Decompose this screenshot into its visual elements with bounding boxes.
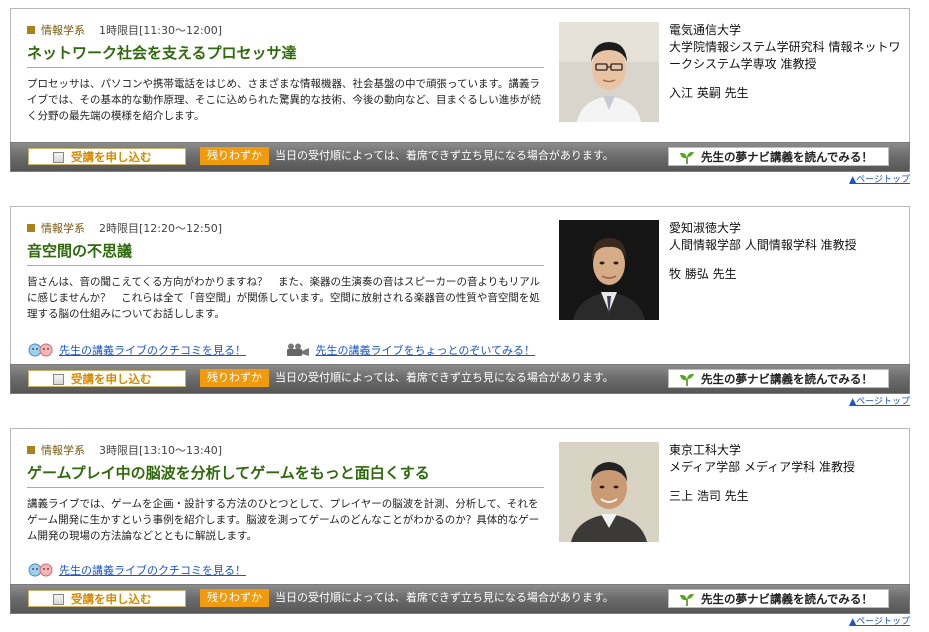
- professor-name: 三上 浩司 先生: [669, 489, 749, 503]
- kuchikomi-link-label: 先生の講義ライブのクチコミを見る！: [59, 564, 246, 577]
- lecture-description: 講義ライブでは、ゲームを企画・設計する方法のひとつとして、プレイヤーの脳波を計測…: [27, 498, 540, 542]
- yume-navi-button[interactable]: 先生の夢ナビ講義を読んでみる！: [668, 589, 889, 608]
- lecture-2: 情報学系 2時限目[12:20～12:50] 音空間の不思議 皆さんは、音の聞こえ…: [10, 206, 910, 407]
- page-top-link[interactable]: ▲ページトップ: [830, 396, 910, 408]
- lecture-title: ゲームプレイ中の脳波を分析してゲームをもっと面白くする: [27, 463, 544, 488]
- institution-university: 東京工科大学: [669, 443, 742, 457]
- lecture-title: ネットワーク社会を支えるプロセッサ達: [27, 43, 544, 68]
- apply-button[interactable]: 受講を申し込む: [28, 148, 186, 165]
- action-bar: 受講を申し込む 残りわずか 当日の受付順によっては、着席できず立ち見になる場合が…: [10, 142, 910, 172]
- lecture-card: 情報学系 3時限目[13:10～13:40] ゲームプレイ中の脳波を分析してゲーム…: [10, 428, 910, 584]
- apply-checkbox[interactable]: [53, 374, 64, 385]
- yume-navi-button[interactable]: 先生の夢ナビ講義を読んでみる！: [668, 147, 889, 166]
- action-bar: 受講を申し込む 残りわずか 当日の受付順によっては、着席できず立ち見になる場合が…: [10, 584, 910, 614]
- lecture-description: プロセッサは、パソコンや携帯電話をはじめ、さまざまな情報機器、社会基盤の中で頑張…: [27, 78, 541, 122]
- page-top-link[interactable]: ▲ページトップ: [830, 174, 910, 186]
- subject-label: 情報学系: [41, 222, 85, 235]
- video-camera-icon: [286, 343, 309, 356]
- video-link[interactable]: 先生の講義ライブをちょっとのぞいてみる！: [286, 343, 536, 359]
- lecture-title: 音空間の不思議: [27, 241, 544, 266]
- subject-label: 情報学系: [41, 24, 85, 37]
- seating-notice: 当日の受付順によっては、着席できず立ち見になる場合があります。: [275, 371, 614, 384]
- page-top-link[interactable]: ▲ページトップ: [830, 616, 910, 628]
- professor-info: 電気通信大学 大学院情報システム学研究科 情報ネットワークシステム学専攻 准教授…: [669, 22, 909, 102]
- lecture-card: 情報学系 1時限目[11:30～12:00] ネットワーク社会を支えるプロセッサ達…: [10, 8, 910, 142]
- seating-notice: 当日の受付順によっては、着席できず立ち見になる場合があります。: [275, 591, 614, 604]
- professor-info: 愛知淑徳大学 人間情報学部 人間情報学科 准教授 牧 勝弘 先生: [669, 220, 909, 283]
- institution-department: 大学院情報システム学研究科 情報ネットワークシステム学専攻 准教授: [669, 40, 901, 71]
- lecture-card: 情報学系 2時限目[12:20～12:50] 音空間の不思議 皆さんは、音の聞こえ…: [10, 206, 910, 364]
- lecture-1: 情報学系 1時限目[11:30～12:00] ネットワーク社会を支えるプロセッサ達…: [10, 8, 910, 185]
- professor-institution: 電気通信大学 大学院情報システム学研究科 情報ネットワークシステム学専攻 准教授: [669, 22, 909, 73]
- apply-checkbox[interactable]: [53, 594, 64, 605]
- subject-label: 情報学系: [41, 444, 85, 457]
- lecture-description: 皆さんは、音の聞こえてくる方向がわかりますね？ また、楽器の生演奏の音はスピーカ…: [27, 276, 541, 320]
- lecture-meta: 情報学系 2時限目[12:20～12:50]: [27, 222, 222, 236]
- yume-navi-button[interactable]: 先生の夢ナビ講義を読んでみる！: [668, 369, 889, 388]
- apply-button-label: 受講を申し込む: [71, 592, 152, 606]
- period-label: 3時限目[13:10～13:40]: [99, 444, 222, 457]
- few-seats-badge: 残りわずか: [200, 589, 269, 607]
- apply-button[interactable]: 受講を申し込む: [28, 370, 186, 387]
- yume-navi-label: 先生の夢ナビ講義を読んでみる！: [701, 592, 873, 606]
- professor-portrait-2: [559, 220, 659, 320]
- yume-navi-label: 先生の夢ナビ講義を読んでみる！: [701, 150, 873, 164]
- kuchikomi-icon: [28, 343, 53, 357]
- apply-checkbox[interactable]: [53, 152, 64, 163]
- lecture-3: 情報学系 3時限目[13:10～13:40] ゲームプレイ中の脳波を分析してゲーム…: [10, 428, 910, 627]
- lecture-meta: 情報学系 1時限目[11:30～12:00]: [27, 24, 222, 38]
- subject-square-icon: [27, 446, 35, 454]
- lecture-links: 先生の講義ライブのクチコミを見る！ 先生の講義ライブをちょっとのぞいてみる！: [27, 343, 571, 359]
- kuchikomi-link[interactable]: 先生の講義ライブのクチコミを見る！: [27, 563, 246, 579]
- few-seats-badge: 残りわずか: [200, 369, 269, 387]
- institution-university: 愛知淑徳大学: [669, 221, 742, 235]
- seating-notice: 当日の受付順によっては、着席できず立ち見になる場合があります。: [275, 149, 614, 162]
- kuchikomi-icon: [28, 563, 53, 577]
- institution-university: 電気通信大学: [669, 23, 742, 37]
- professor-name: 牧 勝弘 先生: [669, 267, 737, 281]
- professor-info: 東京工科大学 メディア学部 メディア学科 准教授 三上 浩司 先生: [669, 442, 909, 505]
- kuchikomi-link[interactable]: 先生の講義ライブのクチコミを見る！: [27, 343, 246, 359]
- lecture-links: 先生の講義ライブのクチコミを見る！: [27, 563, 282, 579]
- institution-department: 人間情報学部 人間情報学科 准教授: [669, 238, 857, 252]
- subject-square-icon: [27, 26, 35, 34]
- professor-portrait-1: [559, 22, 659, 122]
- professor-portrait-3: [559, 442, 659, 542]
- institution-department: メディア学部 メディア学科 准教授: [669, 460, 855, 474]
- lecture-meta: 情報学系 3時限目[13:10～13:40]: [27, 444, 222, 458]
- professor-institution: 愛知淑徳大学 人間情報学部 人間情報学科 准教授: [669, 220, 909, 254]
- kuchikomi-link-label: 先生の講義ライブのクチコミを見る！: [59, 344, 246, 357]
- period-label: 2時限目[12:20～12:50]: [99, 222, 222, 235]
- apply-button-label: 受講を申し込む: [71, 372, 152, 386]
- apply-button[interactable]: 受講を申し込む: [28, 590, 186, 607]
- apply-button-label: 受講を申し込む: [71, 150, 152, 164]
- professor-photo: [559, 442, 659, 542]
- professor-name: 入江 英嗣 先生: [669, 86, 749, 100]
- professor-photo: [559, 220, 659, 320]
- yume-navi-label: 先生の夢ナビ講義を読んでみる！: [701, 372, 873, 386]
- subject-square-icon: [27, 224, 35, 232]
- sprout-icon: [680, 373, 694, 386]
- action-bar: 受講を申し込む 残りわずか 当日の受付順によっては、着席できず立ち見になる場合が…: [10, 364, 910, 394]
- sprout-icon: [680, 593, 694, 606]
- video-link-label: 先生の講義ライブをちょっとのぞいてみる！: [315, 344, 536, 357]
- professor-photo: [559, 22, 659, 122]
- sprout-icon: [680, 151, 694, 164]
- professor-institution: 東京工科大学 メディア学部 メディア学科 准教授: [669, 442, 909, 476]
- period-label: 1時限目[11:30～12:00]: [99, 24, 222, 37]
- few-seats-badge: 残りわずか: [200, 147, 269, 165]
